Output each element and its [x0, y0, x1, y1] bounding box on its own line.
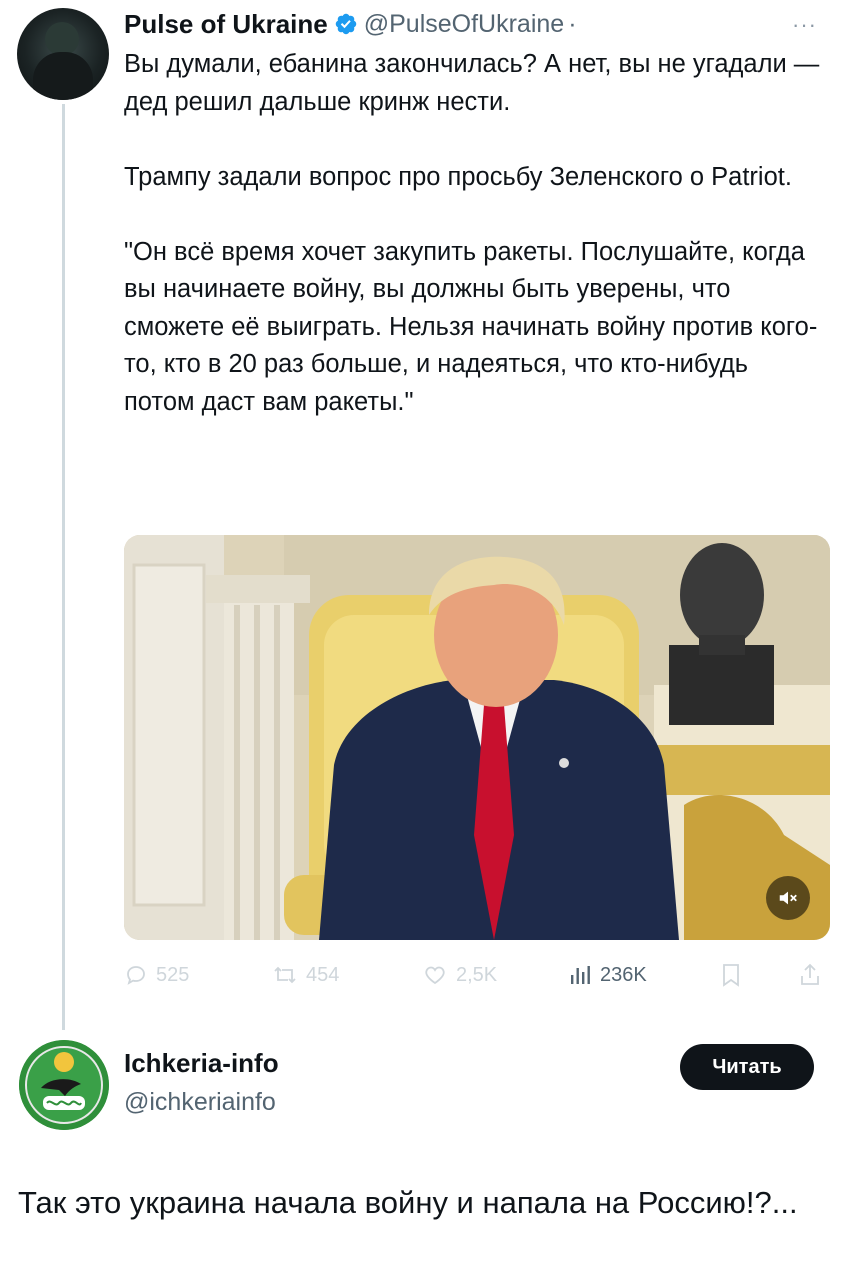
video-thumbnail[interactable]: [124, 535, 830, 940]
repost-icon: [274, 966, 296, 984]
ichkeria-emblem-avatar: [19, 1040, 109, 1130]
reply-text: Так это украина начала войну и напала на…: [18, 1185, 798, 1220]
tweet-body: Вы думали, ебанина закончилась? А нет, в…: [124, 46, 824, 421]
verified-badge-icon: [335, 13, 356, 35]
author-handle[interactable]: @PulseOfUkraine: [364, 10, 564, 39]
tweet-paragraph-1: Вы думали, ебанина закончилась? А нет, в…: [124, 50, 820, 116]
author-display-name[interactable]: Pulse of Ukraine: [124, 9, 328, 40]
reply-icon: [127, 966, 145, 985]
share-action[interactable]: [798, 955, 822, 995]
avatar-figure-body: [33, 52, 93, 100]
more-options-icon[interactable]: ···: [792, 12, 817, 38]
like-count: 2,5K: [456, 963, 498, 986]
reply-author-handle[interactable]: @ichkeriainfo: [124, 1088, 276, 1117]
repost-action[interactable]: 454: [272, 955, 339, 995]
avatar-figure-head: [45, 22, 79, 56]
tweet-paragraph-2: Трампу задали вопрос про просьбу Зеленск…: [124, 162, 792, 191]
reply-author-avatar[interactable]: [19, 1040, 109, 1130]
views-action[interactable]: 236K: [568, 955, 647, 995]
reply-author-display-name[interactable]: Ichkeria-info: [124, 1048, 279, 1079]
reply-count: 525: [156, 963, 190, 986]
like-action[interactable]: 2,5K: [422, 955, 497, 995]
bookmark-action[interactable]: [720, 955, 742, 995]
author-avatar[interactable]: [17, 8, 109, 100]
separator-dot: ·: [568, 9, 577, 38]
tweet-paragraph-3: "Он всё время хочет закупить ракеты. Пос…: [124, 237, 818, 416]
tweet-actions-bar: 525 454 2,5K 236K: [124, 955, 830, 995]
reply-action[interactable]: 525: [124, 955, 189, 995]
tweet-header: Pulse of Ukraine @PulseOfUkraine ·: [124, 4, 577, 44]
bookmark-icon: [723, 964, 739, 987]
share-icon: [801, 963, 819, 985]
mute-toggle-button[interactable]: [766, 876, 810, 920]
follow-button[interactable]: Читать: [680, 1044, 814, 1090]
views-count: 236K: [600, 963, 647, 986]
muted-speaker-icon: [779, 891, 797, 905]
repost-count: 454: [306, 963, 340, 986]
views-chart-icon: [571, 966, 590, 984]
video-frame-illustration: [124, 535, 830, 940]
heart-icon: [425, 966, 445, 985]
thread-connector-line: [62, 104, 65, 1030]
